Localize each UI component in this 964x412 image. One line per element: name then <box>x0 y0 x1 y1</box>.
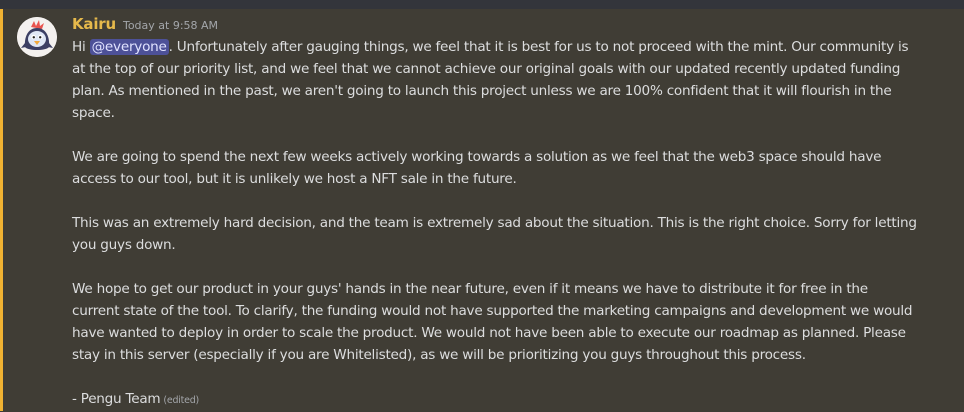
timestamp[interactable]: Today at 9:58 AM <box>123 19 218 32</box>
message-header: Kairu Today at 9:58 AM <box>72 15 218 37</box>
paragraph-2: We are going to spend the next few weeks… <box>72 149 882 187</box>
penguin-avatar-icon[interactable] <box>17 17 57 57</box>
paragraph-3: This was an extremely hard decision, and… <box>72 215 917 253</box>
paragraph-4: We hope to get our product in your guys'… <box>72 281 913 363</box>
paragraph-1: Hi @everyone. Unfortunately after gaugin… <box>72 36 917 124</box>
top-bar <box>0 0 964 9</box>
greeting-text: Hi <box>72 39 90 55</box>
message-content: Hi @everyone. Unfortunately after gaugin… <box>72 36 917 412</box>
everyone-mention[interactable]: @everyone <box>89 39 169 55</box>
edited-label: (edited) <box>163 395 199 406</box>
signature-line: - Pengu Team (edited) <box>72 388 917 412</box>
signature-text: - Pengu Team <box>72 391 161 407</box>
paragraph-1-text: . Unfortunately after gauging things, we… <box>72 39 909 121</box>
chat-message[interactable]: Kairu Today at 9:58 AM Hi @everyone. Unf… <box>3 9 964 411</box>
username[interactable]: Kairu <box>72 15 116 33</box>
